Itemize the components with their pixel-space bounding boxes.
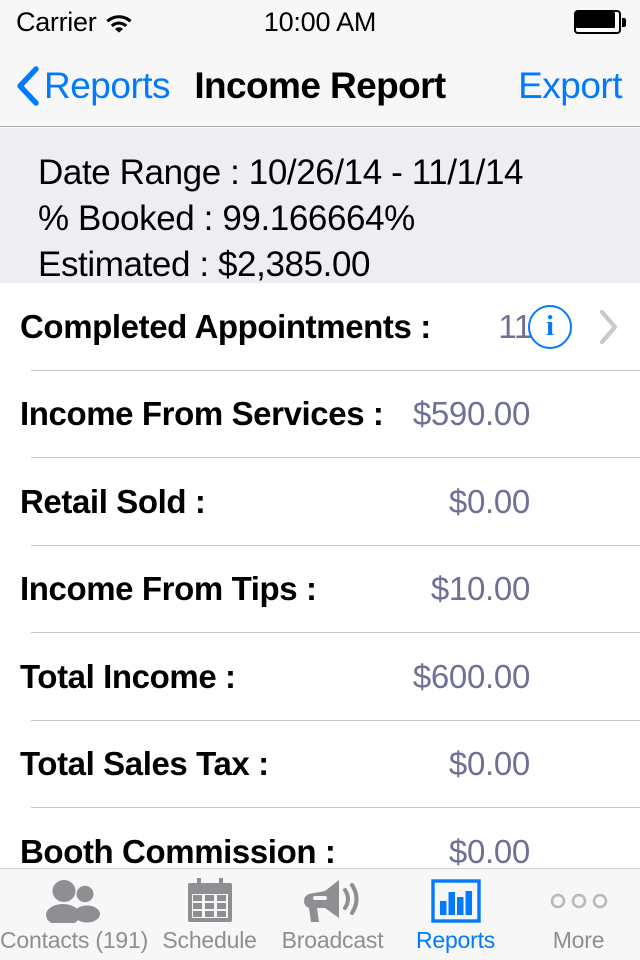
row-value: 11 — [498, 307, 532, 345]
table-row[interactable]: Income From Tips : $10.00 — [0, 546, 640, 633]
tab-more[interactable]: More — [517, 869, 640, 960]
tab-label: Contacts (191) — [0, 927, 149, 953]
row-value: $590.00 — [412, 395, 530, 433]
tab-label: Schedule — [162, 927, 257, 953]
row-label: Total Sales Tax : — [20, 745, 269, 783]
row-label: Booth Commission : — [20, 832, 336, 868]
table-row[interactable]: Retail Sold : $0.00 — [0, 458, 640, 546]
megaphone-icon — [303, 877, 363, 925]
info-glyph: i — [545, 310, 555, 343]
tab-bar: Contacts (191) Schedule Broadcast Report… — [0, 868, 640, 960]
table-row[interactable]: Completed Appointments : 11 i — [0, 283, 640, 371]
report-summary-header: Date Range : 10/26/14 - 11/1/14 % Booked… — [0, 128, 640, 283]
row-label: Income From Services : — [20, 395, 384, 433]
table-row[interactable]: Total Sales Tax : $0.00 — [0, 721, 640, 808]
row-label: Income From Tips : — [20, 570, 317, 608]
chevron-right-icon — [598, 309, 620, 345]
row-label: Total Income : — [20, 657, 236, 695]
info-circle-icon[interactable]: i — [528, 304, 572, 349]
tab-broadcast[interactable]: Broadcast — [271, 869, 394, 960]
calendar-icon — [185, 877, 235, 925]
navigation-bar: Reports Income Report Export — [0, 44, 640, 127]
row-value: $0.00 — [448, 745, 530, 783]
summary-percent-booked: % Booked : 99.166664% — [38, 199, 415, 238]
tab-label: More — [552, 927, 605, 953]
summary-estimated: Estimated : $2,385.00 — [38, 245, 371, 283]
table-row[interactable]: Income From Services : $590.00 — [0, 371, 640, 458]
report-rows-list: Completed Appointments : 11 i Income Fro… — [0, 283, 640, 868]
row-value: $0.00 — [448, 482, 530, 520]
tab-label: Reports — [415, 927, 496, 953]
row-label: Retail Sold : — [20, 482, 206, 520]
table-row[interactable]: Total Income : $600.00 — [0, 633, 640, 721]
summary-date-range: Date Range : 10/26/14 - 11/1/14 — [38, 153, 524, 192]
row-value: $10.00 — [430, 570, 530, 608]
bar-chart-icon — [430, 877, 482, 925]
tab-reports[interactable]: Reports — [394, 869, 517, 960]
ellipsis-icon — [550, 877, 608, 925]
status-bar: Carrier 10:00 AM — [0, 0, 640, 44]
battery-full-icon — [574, 10, 626, 34]
table-row[interactable]: Booth Commission : $0.00 — [0, 808, 640, 868]
tab-schedule[interactable]: Schedule — [148, 869, 271, 960]
export-button[interactable]: Export — [518, 44, 622, 127]
status-bar-right — [574, 10, 626, 34]
row-value: $600.00 — [412, 657, 530, 695]
contacts-people-icon — [43, 877, 105, 925]
row-label: Completed Appointments : — [20, 307, 431, 345]
clock-label: 10:00 AM — [263, 6, 377, 37]
row-value: $0.00 — [448, 832, 530, 868]
tab-label: Broadcast — [281, 927, 384, 953]
app-screen: Carrier 10:00 AM Reports Income Report E… — [0, 0, 640, 960]
tab-contacts[interactable]: Contacts (191) — [0, 869, 148, 960]
